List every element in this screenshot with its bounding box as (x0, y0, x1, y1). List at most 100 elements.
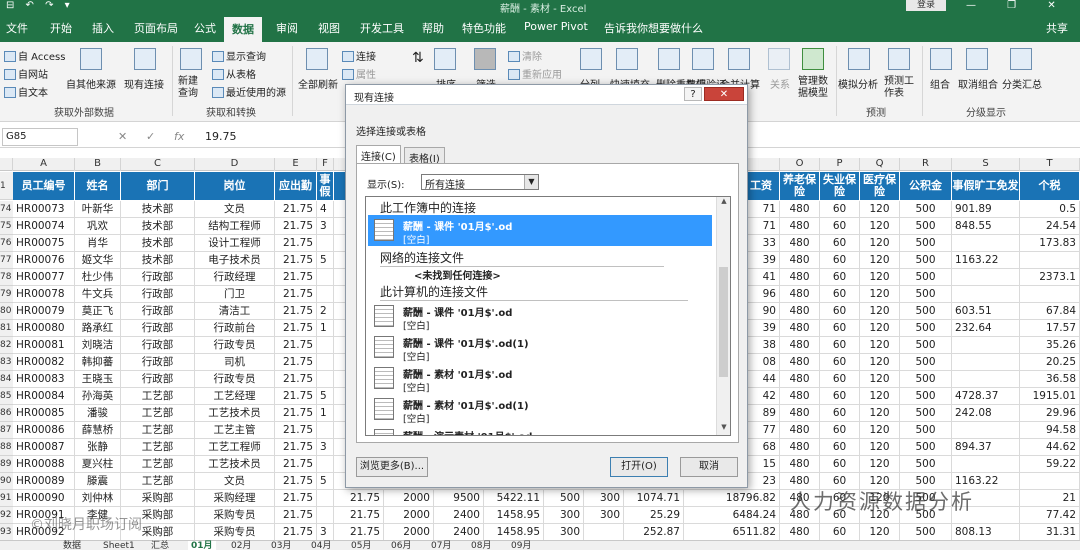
table-cell[interactable]: 姬文华 (75, 252, 121, 269)
table-cell[interactable] (952, 371, 1020, 388)
table-cell[interactable]: HR00074 (13, 218, 75, 235)
tab-tables[interactable]: 表格(I) (404, 147, 445, 165)
table-cell[interactable]: HR00080 (13, 320, 75, 337)
table-cell[interactable]: 行政专员 (195, 371, 275, 388)
table-cell[interactable]: 480 (780, 201, 820, 218)
table-cell[interactable]: 173.83 (1020, 235, 1080, 252)
table-cell[interactable]: 24.54 (1020, 218, 1080, 235)
table-cell[interactable]: 采购专员 (195, 507, 275, 524)
dialog-close-button[interactable]: ✕ (704, 87, 744, 101)
table-cell[interactable]: 60 (820, 218, 860, 235)
column-header[interactable]: A (13, 158, 75, 171)
table-cell[interactable]: 文员 (195, 201, 275, 218)
row-number[interactable]: 84 (0, 371, 13, 388)
table-cell[interactable]: HR00081 (13, 337, 75, 354)
table-cell[interactable] (1020, 473, 1080, 490)
table-cell[interactable]: HR00075 (13, 235, 75, 252)
table-cell[interactable]: 500 (900, 354, 952, 371)
table-cell[interactable]: 38 (743, 337, 780, 354)
table-cell[interactable]: 480 (780, 286, 820, 303)
table-cell[interactable]: HR00083 (13, 371, 75, 388)
table-cell[interactable]: 300 (544, 524, 584, 541)
connection-list[interactable]: 此工作簿中的连接 薪酬 - 课件 '01月$'.od [空白] 网络的连接文件 … (365, 196, 731, 436)
row-number[interactable]: 74 (0, 201, 13, 218)
table-cell[interactable]: 18796.82 (684, 490, 780, 507)
table-cell[interactable]: 120 (860, 235, 900, 252)
table-cell[interactable]: 21.75 (275, 303, 317, 320)
table-cell[interactable]: 31.31 (1020, 524, 1080, 541)
table-cell[interactable]: 3 (317, 524, 334, 541)
window-controls[interactable]: — ❐ ✕ (966, 0, 1070, 11)
quick-access-toolbar[interactable]: ⊟ ↶ ↷ ▾ (6, 0, 74, 11)
clear-filter-button[interactable]: 清除 (508, 48, 542, 63)
table-cell[interactable]: 3 (317, 439, 334, 456)
table-cell[interactable]: 242.08 (952, 405, 1020, 422)
table-cell[interactable]: 120 (860, 405, 900, 422)
forecast-sheet-button[interactable]: 预测工作表 (884, 76, 916, 100)
column-header[interactable]: E (275, 158, 317, 171)
table-cell[interactable]: 行政部 (121, 269, 195, 286)
table-cell[interactable]: 文员 (195, 473, 275, 490)
table-cell[interactable]: 60 (820, 524, 860, 541)
tab-11[interactable]: Power Pivot (524, 20, 588, 33)
table-cell[interactable]: 2 (317, 303, 334, 320)
table-cell[interactable]: 21.75 (275, 507, 317, 524)
table-cell[interactable]: 120 (860, 524, 900, 541)
select-all-corner[interactable] (0, 158, 13, 171)
column-header[interactable]: C (121, 158, 195, 171)
table-cell[interactable]: 36.58 (1020, 371, 1080, 388)
row-number[interactable]: 91 (0, 490, 13, 507)
table-cell[interactable]: 门卫 (195, 286, 275, 303)
table-cell[interactable]: 480 (780, 405, 820, 422)
table-cell[interactable]: 设计工程师 (195, 235, 275, 252)
cancel-button[interactable]: 取消 (680, 457, 738, 477)
group-button[interactable]: 组合 (930, 76, 950, 91)
table-cell[interactable]: 15 (743, 456, 780, 473)
table-cell[interactable]: 120 (860, 422, 900, 439)
table-cell[interactable]: 潘骏 (75, 405, 121, 422)
table-cell[interactable]: 41 (743, 269, 780, 286)
table-cell[interactable]: 21.75 (275, 473, 317, 490)
table-cell[interactable]: 4 (317, 201, 334, 218)
table-cell[interactable]: 工艺技术员 (195, 456, 275, 473)
tab-7[interactable]: 视图 (318, 20, 340, 36)
formula-input[interactable]: 19.75 (205, 130, 237, 143)
table-cell[interactable]: 5 (317, 388, 334, 405)
table-cell[interactable]: 08 (743, 354, 780, 371)
row-number[interactable]: 81 (0, 320, 13, 337)
table-cell[interactable]: 21.75 (275, 388, 317, 405)
tab-8[interactable]: 开发工具 (360, 20, 404, 36)
table-cell[interactable]: 21.75 (275, 286, 317, 303)
table-cell[interactable]: 500 (900, 388, 952, 405)
data-model-button[interactable]: 管理数据模型 (798, 76, 834, 100)
enter-icon[interactable]: ✓ (146, 130, 155, 143)
table-cell[interactable]: 0.5 (1020, 201, 1080, 218)
table-cell[interactable]: 刘仲林 (75, 490, 121, 507)
table-cell[interactable]: HR00087 (13, 439, 75, 456)
table-cell[interactable]: 120 (860, 252, 900, 269)
table-cell[interactable]: 叶新华 (75, 201, 121, 218)
table-cell[interactable]: HR00077 (13, 269, 75, 286)
table-cell[interactable]: 1458.95 (484, 524, 544, 541)
table-cell[interactable]: 120 (860, 337, 900, 354)
table-cell[interactable]: 59.22 (1020, 456, 1080, 473)
tab-10[interactable]: 特色功能 (462, 20, 506, 36)
table-cell[interactable]: 90 (743, 303, 780, 320)
table-cell[interactable]: 5 (317, 252, 334, 269)
table-cell[interactable]: 60 (820, 320, 860, 337)
table-cell[interactable]: 技术部 (121, 252, 195, 269)
table-cell[interactable]: 480 (780, 252, 820, 269)
table-cell[interactable] (317, 456, 334, 473)
table-cell[interactable]: 21.75 (275, 490, 317, 507)
table-cell[interactable]: 60 (820, 456, 860, 473)
table-cell[interactable]: HR00088 (13, 456, 75, 473)
existing-connections-button[interactable]: 现有连接 (124, 76, 164, 91)
table-cell[interactable]: 1915.01 (1020, 388, 1080, 405)
table-cell[interactable]: 480 (780, 337, 820, 354)
table-cell[interactable]: 17.57 (1020, 320, 1080, 337)
table-cell[interactable]: 6484.24 (684, 507, 780, 524)
table-cell[interactable]: 120 (860, 371, 900, 388)
row-number[interactable]: 1 (0, 172, 13, 200)
ungroup-button[interactable]: 取消组合 (958, 76, 998, 91)
table-cell[interactable] (952, 286, 1020, 303)
